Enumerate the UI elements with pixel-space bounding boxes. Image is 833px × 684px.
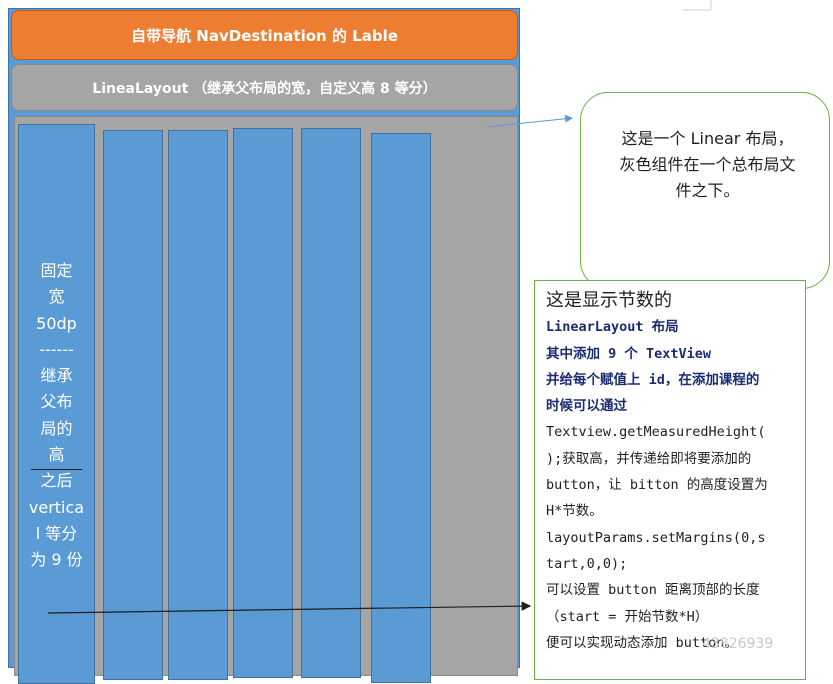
callout-arrow [486, 114, 573, 128]
connector-arrows [47, 0, 712, 614]
description-arrow [47, 601, 532, 614]
